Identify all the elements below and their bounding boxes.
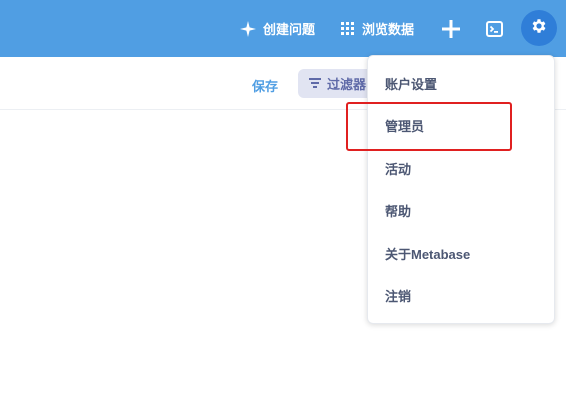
menu-item-logout[interactable]: 注销	[385, 289, 411, 305]
menu-item-about[interactable]: 关于Metabase	[385, 247, 470, 263]
menu-item-account-settings[interactable]: 账户设置	[385, 77, 437, 93]
gear-icon	[530, 17, 548, 40]
native-query-button[interactable]	[486, 0, 503, 57]
create-question-button[interactable]: 创建问题	[240, 0, 315, 57]
menu-item-admin[interactable]: 管理员	[385, 119, 424, 135]
menu-item-help[interactable]: 帮助	[385, 204, 411, 220]
browse-data-label: 浏览数据	[362, 22, 415, 37]
create-question-label: 创建问题	[263, 22, 316, 37]
menu-item-activity[interactable]: 活动	[385, 162, 411, 178]
grid-icon	[341, 22, 354, 35]
filter-icon	[298, 76, 327, 91]
settings-button[interactable]	[521, 10, 557, 46]
terminal-icon	[486, 20, 503, 37]
save-button[interactable]: 保存	[252, 76, 278, 95]
sparkle-icon	[240, 20, 256, 37]
browse-data-button[interactable]: 浏览数据	[341, 0, 414, 57]
plus-icon	[442, 19, 460, 38]
top-nav-bar: 创建问题 浏览数据	[0, 0, 566, 57]
new-button[interactable]	[442, 0, 460, 57]
filter-label: 过滤器	[327, 77, 367, 92]
settings-dropdown-menu: 账户设置 管理员 活动 帮助 关于Metabase 注销	[367, 55, 555, 324]
